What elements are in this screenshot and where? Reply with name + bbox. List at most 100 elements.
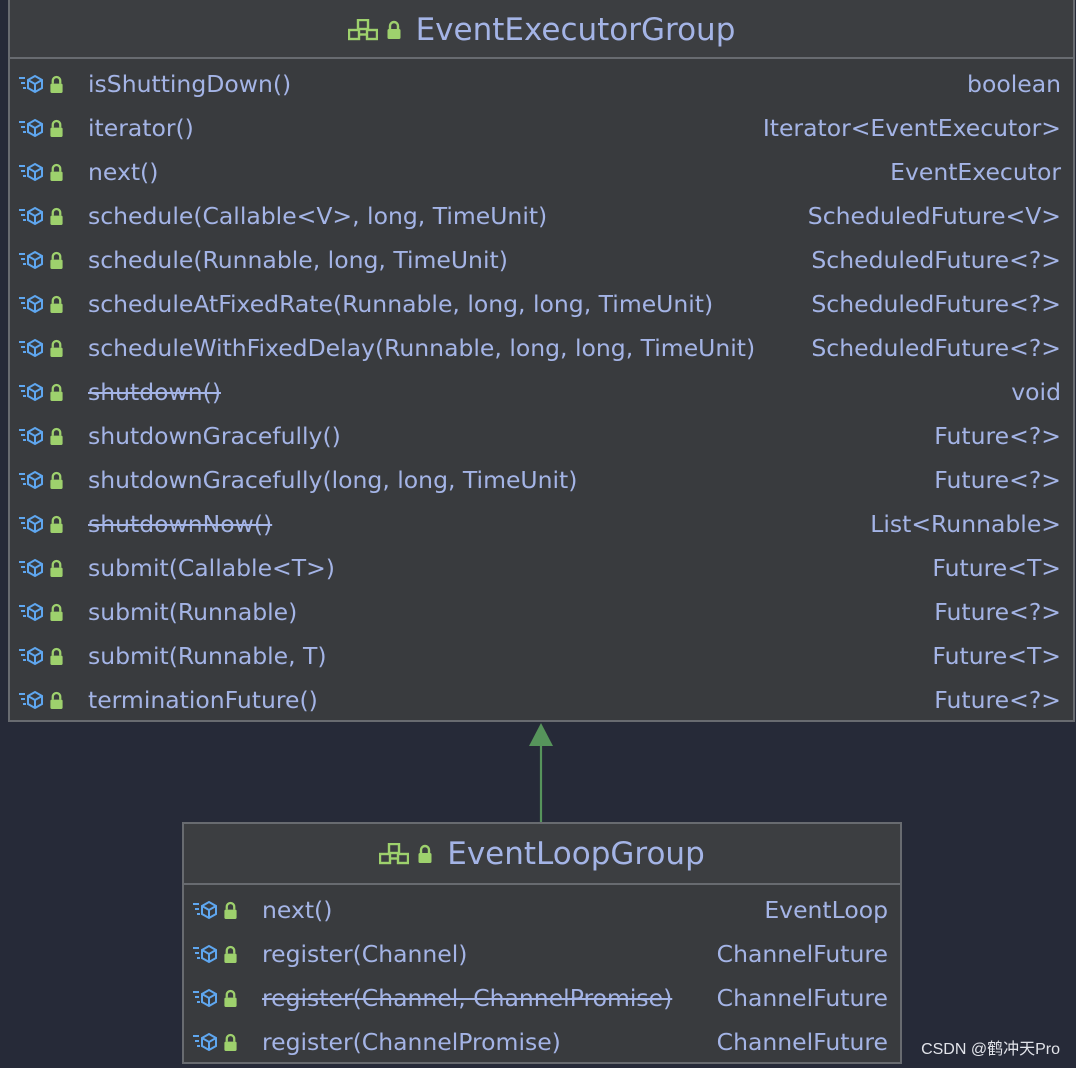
method-row-icons (18, 162, 88, 182)
method-list: next() EventLoop register(Channel) ChannelF… (184, 885, 900, 1064)
method-row[interactable]: submit(Runnable) Future<?> (18, 590, 1061, 634)
interface-icon (347, 18, 378, 41)
method-row[interactable]: next() EventExecutor (18, 150, 1061, 194)
method-row[interactable]: submit(Callable<T>) Future<T> (18, 546, 1061, 590)
lock-icon (223, 901, 238, 920)
method-name: terminationFuture() (88, 686, 318, 714)
method-row-icons (18, 206, 88, 226)
class-box-event-loop-group[interactable]: EventLoopGroup next() EventLoop register(C… (182, 822, 902, 1064)
method-row-icons (18, 602, 88, 622)
lock-icon (223, 989, 238, 1008)
method-row-icons (18, 470, 88, 490)
method-icon (18, 690, 44, 710)
method-name: submit(Callable<T>) (88, 554, 335, 582)
method-return-type: ChannelFuture (716, 984, 888, 1012)
lock-icon (49, 559, 64, 578)
method-name: register(Channel) (262, 940, 468, 968)
method-name: shutdownGracefully(long, long, TimeUnit) (88, 466, 578, 494)
method-icon (18, 74, 44, 94)
lock-icon (49, 119, 64, 138)
method-return-type: ScheduledFuture<?> (811, 290, 1061, 318)
method-row[interactable]: terminationFuture() Future<?> (18, 678, 1061, 722)
lock-icon (49, 427, 64, 446)
method-return-type: ChannelFuture (716, 940, 888, 968)
method-row-icons (18, 338, 88, 358)
method-name: schedule(Callable<V>, long, TimeUnit) (88, 202, 548, 230)
method-row[interactable]: submit(Runnable, T) Future<T> (18, 634, 1061, 678)
method-row[interactable]: shutdownGracefully(long, long, TimeUnit)… (18, 458, 1061, 502)
method-name: schedule(Runnable, long, TimeUnit) (88, 246, 508, 274)
method-icon (18, 602, 44, 622)
class-header: EventLoopGroup (184, 824, 900, 885)
method-return-type: Future<T> (932, 642, 1061, 670)
lock-icon (417, 844, 433, 864)
header-icons (379, 842, 433, 865)
method-row[interactable]: schedule(Callable<V>, long, TimeUnit) Sch… (18, 194, 1061, 238)
lock-icon (223, 1033, 238, 1052)
method-row-icons (192, 900, 262, 920)
method-name: scheduleWithFixedDelay(Runnable, long, l… (88, 334, 756, 362)
method-return-type: ChannelFuture (716, 1028, 888, 1056)
method-icon (18, 426, 44, 446)
lock-icon (49, 471, 64, 490)
class-box-event-executor-group[interactable]: EventExecutorGroup isShuttingDown() boole… (8, 0, 1075, 722)
method-return-type: ScheduledFuture<V> (807, 202, 1061, 230)
method-return-type: Future<?> (934, 466, 1061, 494)
method-row[interactable]: schedule(Runnable, long, TimeUnit) Schedu… (18, 238, 1061, 282)
method-return-type: ScheduledFuture<?> (811, 246, 1061, 274)
method-return-type: void (1011, 378, 1061, 406)
method-name: shutdownGracefully() (88, 422, 341, 450)
method-name: submit(Runnable, T) (88, 642, 327, 670)
method-return-type: boolean (967, 70, 1061, 98)
method-return-type: Future<?> (934, 598, 1061, 626)
method-name: register(Channel, ChannelPromise) (262, 984, 673, 1012)
method-name: isShuttingDown() (88, 70, 292, 98)
method-row[interactable]: isShuttingDown() boolean (18, 62, 1061, 106)
method-icon (18, 470, 44, 490)
method-row[interactable]: next() EventLoop (192, 888, 888, 932)
method-icon (18, 558, 44, 578)
method-return-type: EventLoop (764, 896, 888, 924)
method-row-icons (18, 646, 88, 666)
interface-icon (379, 842, 410, 865)
class-header: EventExecutorGroup (10, 0, 1073, 59)
method-row[interactable]: shutdownNow() List<Runnable> (18, 502, 1061, 546)
method-return-type: Future<?> (934, 422, 1061, 450)
lock-icon (49, 515, 64, 534)
method-row[interactable]: scheduleAtFixedRate(Runnable, long, long… (18, 282, 1061, 326)
method-row[interactable]: iterator() Iterator<EventExecutor> (18, 106, 1061, 150)
lock-icon (49, 383, 64, 402)
lock-icon (49, 339, 64, 358)
method-return-type: Iterator<EventExecutor> (762, 114, 1061, 142)
method-icon (18, 118, 44, 138)
method-icon (192, 900, 218, 920)
method-name: submit(Runnable) (88, 598, 298, 626)
lock-icon (49, 163, 64, 182)
method-name: shutdown() (88, 378, 221, 406)
method-row[interactable]: scheduleWithFixedDelay(Runnable, long, l… (18, 326, 1061, 370)
method-row-icons (18, 250, 88, 270)
method-row-icons (18, 514, 88, 534)
lock-icon (49, 647, 64, 666)
method-name: register(ChannelPromise) (262, 1028, 561, 1056)
method-row[interactable]: register(ChannelPromise) ChannelFuture (192, 1020, 888, 1064)
lock-icon (49, 251, 64, 270)
method-return-type: ScheduledFuture<?> (811, 334, 1061, 362)
method-row[interactable]: shutdown() void (18, 370, 1061, 414)
inheritance-arrow (529, 723, 553, 824)
method-icon (18, 514, 44, 534)
method-return-type: List<Runnable> (870, 510, 1061, 538)
method-row[interactable]: register(Channel) ChannelFuture (192, 932, 888, 976)
method-return-type: EventExecutor (890, 158, 1061, 186)
method-row[interactable]: register(Channel, ChannelPromise) Channel… (192, 976, 888, 1020)
method-row-icons (18, 74, 88, 94)
method-list: isShuttingDown() boolean iterator() Iterato… (10, 59, 1073, 722)
method-icon (18, 646, 44, 666)
header-icons (347, 18, 402, 41)
method-icon (18, 382, 44, 402)
method-row-icons (18, 690, 88, 710)
method-row[interactable]: shutdownGracefully() Future<?> (18, 414, 1061, 458)
method-name: shutdownNow() (88, 510, 273, 538)
lock-icon (49, 691, 64, 710)
method-name: scheduleAtFixedRate(Runnable, long, long… (88, 290, 714, 318)
